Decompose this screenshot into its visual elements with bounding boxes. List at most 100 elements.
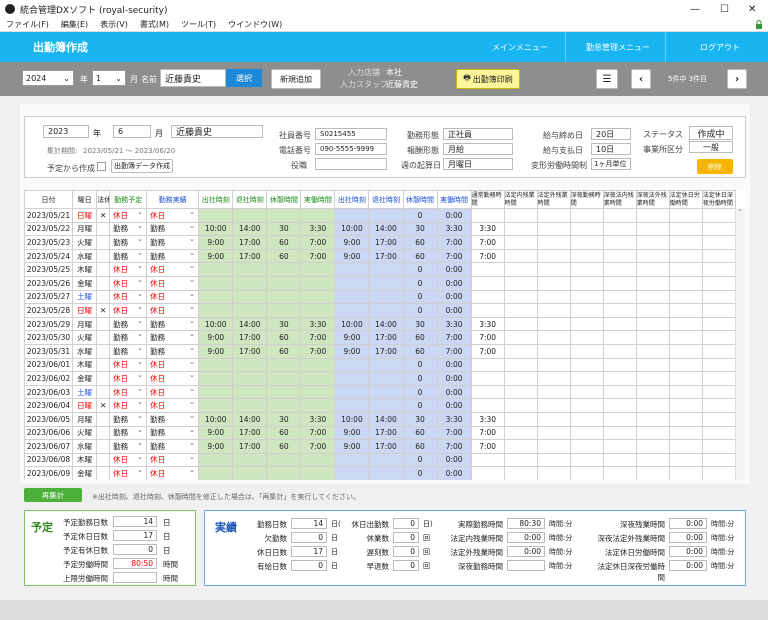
- time-cell[interactable]: [334, 289, 370, 305]
- legal-holiday-cell[interactable]: [96, 466, 111, 480]
- time-cell[interactable]: 0: [402, 452, 438, 468]
- time-cell[interactable]: [503, 235, 538, 250]
- time-cell[interactable]: [668, 221, 703, 237]
- plan-cell[interactable]: 休日: [109, 289, 148, 305]
- time-cell[interactable]: [635, 289, 670, 305]
- info-month-field[interactable]: 6: [113, 125, 151, 138]
- actual-cell[interactable]: 勤務: [146, 221, 200, 237]
- table-row[interactable]: 2023/06/05月曜勤務勤務10:0014:00303:3010:0014:…: [24, 411, 737, 427]
- time-cell[interactable]: [536, 371, 571, 386]
- table-row[interactable]: 2023/05/21日曜✕休日休日00:00: [24, 208, 737, 223]
- time-cell[interactable]: [635, 303, 670, 318]
- info-name-field[interactable]: 近藤貴史: [171, 125, 263, 138]
- plan-cell[interactable]: 休日: [109, 275, 148, 291]
- time-cell[interactable]: [503, 357, 538, 373]
- time-cell[interactable]: [198, 208, 234, 223]
- time-cell[interactable]: 30: [402, 221, 438, 237]
- time-cell[interactable]: 0:00: [436, 357, 472, 373]
- time-cell[interactable]: [701, 221, 737, 237]
- maximize-button[interactable]: ☐: [720, 4, 729, 15]
- actual-cell[interactable]: 休日: [146, 371, 200, 386]
- actual-item-value[interactable]: 0: [393, 546, 419, 557]
- time-cell[interactable]: [503, 452, 538, 468]
- time-cell[interactable]: [635, 398, 670, 413]
- time-cell[interactable]: [701, 439, 737, 454]
- time-cell[interactable]: 3:30: [436, 411, 472, 427]
- time-cell[interactable]: [334, 303, 370, 318]
- time-cell[interactable]: 0:00: [436, 452, 472, 468]
- time-cell[interactable]: [701, 411, 737, 427]
- time-cell[interactable]: [503, 398, 538, 413]
- time-cell[interactable]: 14:00: [232, 411, 268, 427]
- legal-holiday-cell[interactable]: [96, 275, 111, 291]
- time-cell[interactable]: 9:00: [198, 248, 234, 264]
- name-input[interactable]: 近藤貴史: [160, 69, 226, 87]
- time-cell[interactable]: [300, 289, 336, 305]
- legal-holiday-cell[interactable]: ✕: [96, 398, 111, 413]
- time-cell[interactable]: [266, 208, 302, 223]
- plan-cell[interactable]: 休日: [109, 398, 148, 413]
- time-cell[interactable]: 17:00: [368, 235, 404, 250]
- actual-cell[interactable]: 休日: [146, 357, 200, 373]
- time-cell[interactable]: 60: [266, 425, 302, 441]
- time-cell[interactable]: 3:30: [300, 221, 336, 237]
- time-cell[interactable]: 0:00: [436, 289, 472, 305]
- legal-holiday-cell[interactable]: [96, 221, 111, 237]
- time-cell[interactable]: [701, 275, 737, 291]
- time-cell[interactable]: 0: [402, 208, 438, 223]
- time-cell[interactable]: [668, 330, 703, 345]
- actual-cell[interactable]: 勤務: [146, 343, 200, 359]
- table-row[interactable]: 2023/06/04日曜✕休日休日00:00: [24, 398, 737, 413]
- time-cell[interactable]: 10:00: [334, 221, 370, 237]
- plan-item-value[interactable]: [113, 572, 157, 583]
- time-cell[interactable]: 9:00: [334, 425, 370, 441]
- time-cell[interactable]: 0: [402, 289, 438, 305]
- time-cell[interactable]: [536, 303, 571, 318]
- time-cell[interactable]: 0: [402, 275, 438, 291]
- time-cell[interactable]: [668, 411, 703, 427]
- time-cell[interactable]: 0: [402, 357, 438, 373]
- actual-cell[interactable]: 勤務: [146, 330, 200, 345]
- time-cell[interactable]: [569, 330, 604, 345]
- time-cell[interactable]: [536, 262, 571, 277]
- time-cell[interactable]: [368, 371, 404, 386]
- plan-create-checkbox[interactable]: [97, 162, 106, 171]
- time-cell[interactable]: [368, 466, 404, 480]
- time-cell[interactable]: 3:30: [300, 411, 336, 427]
- time-cell[interactable]: [536, 357, 571, 373]
- next-record-button[interactable]: ›: [727, 69, 747, 89]
- time-cell[interactable]: [668, 384, 703, 400]
- actual-cell[interactable]: 休日: [146, 466, 200, 480]
- emp-no-field[interactable]: S0215455: [315, 128, 387, 140]
- time-cell[interactable]: 30: [402, 411, 438, 427]
- time-cell[interactable]: 10:00: [198, 221, 234, 237]
- actual-item-value[interactable]: 0: [393, 518, 419, 529]
- time-cell[interactable]: [701, 289, 737, 305]
- print-button[interactable]: 🖶 出勤簿印刷: [456, 69, 520, 89]
- time-cell[interactable]: [334, 466, 370, 480]
- time-cell[interactable]: [536, 343, 571, 359]
- time-cell[interactable]: [503, 330, 538, 345]
- menu-item[interactable]: ツール(T): [181, 19, 216, 30]
- nav-logout[interactable]: ログアウト: [700, 42, 740, 53]
- time-cell[interactable]: 10:00: [198, 316, 234, 332]
- time-cell[interactable]: [334, 384, 370, 400]
- actual-cell[interactable]: 休日: [146, 208, 200, 223]
- time-cell[interactable]: [569, 411, 604, 427]
- time-cell[interactable]: [470, 452, 505, 468]
- time-cell[interactable]: [198, 303, 234, 318]
- time-cell[interactable]: 14:00: [232, 221, 268, 237]
- time-cell[interactable]: [536, 289, 571, 305]
- legal-holiday-cell[interactable]: [96, 343, 111, 359]
- time-cell[interactable]: [701, 343, 737, 359]
- time-cell[interactable]: 9:00: [334, 235, 370, 250]
- time-cell[interactable]: 7:00: [436, 425, 472, 441]
- time-cell[interactable]: 9:00: [334, 248, 370, 264]
- time-cell[interactable]: [701, 248, 737, 264]
- time-cell[interactable]: [232, 357, 268, 373]
- time-cell[interactable]: [569, 439, 604, 454]
- table-row[interactable]: 2023/05/27土曜休日休日00:00: [24, 289, 737, 305]
- actual-item-value[interactable]: 0:00: [507, 532, 545, 543]
- time-cell[interactable]: [668, 343, 703, 359]
- time-cell[interactable]: [300, 466, 336, 480]
